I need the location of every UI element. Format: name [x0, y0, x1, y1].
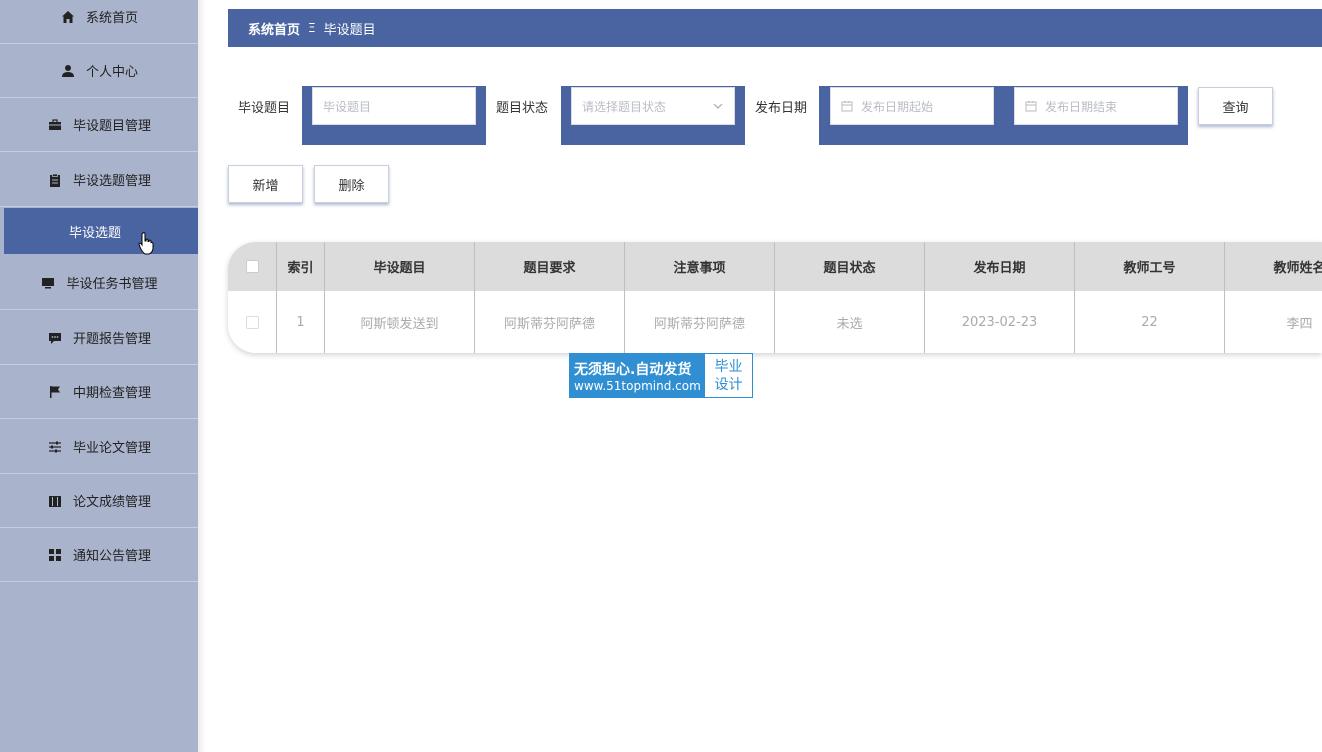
sidebar-item-profile[interactable]: 个人中心: [0, 44, 198, 98]
table-header-row: 索引 毕设题目 题目要求 注意事项 题目状态 发布日期 教师工号 教师姓名: [228, 242, 1322, 291]
sidebar-item-label: 毕业论文管理: [72, 441, 151, 456]
watermark-line2: www.51topmind.com: [574, 378, 701, 393]
header-requirements: 题目要求: [475, 242, 625, 291]
date-search-label: 发布日期: [755, 101, 808, 116]
sidebar-item-task-book[interactable]: 毕设任务书管理: [0, 256, 198, 310]
select-all-checkbox[interactable]: [245, 260, 259, 273]
sliders-icon: [47, 439, 63, 455]
sidebar-item-topic-selection[interactable]: 毕设选题: [4, 208, 198, 254]
watermark-right-line2: 设计: [714, 376, 743, 393]
home-icon: [60, 9, 76, 25]
sidebar-item-selection-management[interactable]: 毕设选题管理: [0, 153, 198, 207]
comment-icon: [47, 330, 63, 346]
row-select-cell: [228, 291, 277, 353]
watermark-badge: 无须担心.自动发货 www.51topmind.com 毕业 设计: [569, 353, 753, 398]
header-topic: 毕设题目: [325, 242, 475, 291]
sidebar-item-label: 毕设选题管理: [72, 174, 151, 189]
sidebar-item-topic-management[interactable]: 毕设题目管理: [0, 98, 198, 152]
cell-topic: 阿斯顿发送到: [325, 291, 475, 353]
topics-table: 索引 毕设题目 题目要求 注意事项 题目状态 发布日期 教师工号 教师姓名 1 …: [228, 242, 1322, 353]
date-end-placeholder: 发布日期结束: [1045, 99, 1118, 114]
cell-teacher-name: 李四: [1225, 291, 1322, 353]
calendar-icon: [1025, 100, 1037, 112]
sidebar-item-label: 毕设选题: [69, 225, 122, 241]
watermark-line1: 无须担心.自动发货: [574, 361, 692, 378]
status-select[interactable]: 请选择题目状态: [571, 87, 735, 125]
clipboard-icon: [47, 172, 63, 188]
cell-requirements: 阿斯蒂芬阿萨德: [475, 291, 625, 353]
status-search-label: 题目状态: [496, 101, 549, 116]
cell-teacher-id: 22: [1075, 291, 1225, 353]
date-end-input[interactable]: 发布日期结束: [1014, 87, 1178, 125]
book-icon: [47, 493, 63, 509]
sidebar: 系统首页 个人中心 毕设题目管理 毕设选题管理 毕设选题 毕设任务书管理 开题报…: [0, 0, 198, 752]
sidebar-item-label: 通知公告管理: [72, 549, 151, 564]
breadcrumb-home[interactable]: 系统首页: [248, 19, 300, 38]
header-teacher-id: 教师工号: [1075, 242, 1225, 291]
header-status: 题目状态: [775, 242, 925, 291]
monitor-icon: [40, 275, 56, 291]
sidebar-item-midterm[interactable]: 中期检查管理: [0, 365, 198, 419]
add-button[interactable]: 新增: [228, 165, 303, 203]
calendar-icon: [841, 100, 853, 112]
chevron-down-icon: [712, 100, 724, 112]
title-search-label: 毕设题目: [238, 101, 291, 116]
watermark-right-line1: 毕业: [714, 358, 743, 375]
sidebar-item-label: 毕设任务书管理: [66, 277, 158, 292]
query-button[interactable]: 查询: [1198, 87, 1273, 125]
title-search-placeholder: 毕设题目: [323, 99, 372, 114]
row-checkbox[interactable]: [245, 315, 259, 329]
watermark-right: 毕业 设计: [705, 354, 752, 397]
sidebar-item-label: 中期检查管理: [72, 386, 151, 401]
status-select-placeholder: 请选择题目状态: [582, 99, 667, 114]
breadcrumb-current: 毕设题目: [323, 22, 376, 38]
sidebar-item-grades[interactable]: 论文成绩管理: [0, 474, 198, 528]
user-icon: [60, 63, 76, 79]
header-teacher-name: 教师姓名: [1225, 242, 1322, 291]
hand-cursor-icon: [138, 232, 154, 260]
watermark-left: 无须担心.自动发货 www.51topmind.com: [570, 354, 705, 397]
sidebar-item-thesis[interactable]: 毕业论文管理: [0, 420, 198, 474]
sidebar-item-home[interactable]: 系统首页: [0, 0, 198, 44]
briefcase-icon: [47, 117, 63, 133]
header-notes: 注意事项: [625, 242, 775, 291]
date-start-placeholder: 发布日期起始: [861, 99, 934, 114]
cell-index: 1: [277, 291, 325, 353]
title-search-input[interactable]: 毕设题目: [312, 87, 476, 125]
grid-icon: [47, 547, 63, 563]
date-start-input[interactable]: 发布日期起始: [830, 87, 994, 125]
header-index: 索引: [277, 242, 325, 291]
sidebar-item-notices[interactable]: 通知公告管理: [0, 528, 198, 582]
sidebar-item-label: 个人中心: [85, 65, 138, 80]
sidebar-shadow: [198, 0, 206, 752]
breadcrumb: 系统首页 Ξ 毕设题目: [228, 9, 1322, 47]
sidebar-item-proposal[interactable]: 开题报告管理: [0, 311, 198, 365]
table-row[interactable]: 1 阿斯顿发送到 阿斯蒂芬阿萨德 阿斯蒂芬阿萨德 未选 2023-02-23 2…: [228, 291, 1322, 353]
breadcrumb-separator: Ξ: [308, 21, 316, 35]
sidebar-item-label: 论文成绩管理: [72, 495, 151, 510]
cell-publish-date: 2023-02-23: [925, 291, 1075, 353]
cell-status: 未选: [775, 291, 925, 353]
sidebar-item-label: 系统首页: [85, 11, 138, 26]
cell-notes: 阿斯蒂芬阿萨德: [625, 291, 775, 353]
sidebar-item-label: 开题报告管理: [72, 332, 151, 347]
flag-icon: [47, 384, 63, 400]
select-all-cell: [228, 242, 277, 291]
header-publish-date: 发布日期: [925, 242, 1075, 291]
sidebar-item-label: 毕设题目管理: [72, 119, 151, 134]
delete-button[interactable]: 删除: [314, 165, 389, 203]
